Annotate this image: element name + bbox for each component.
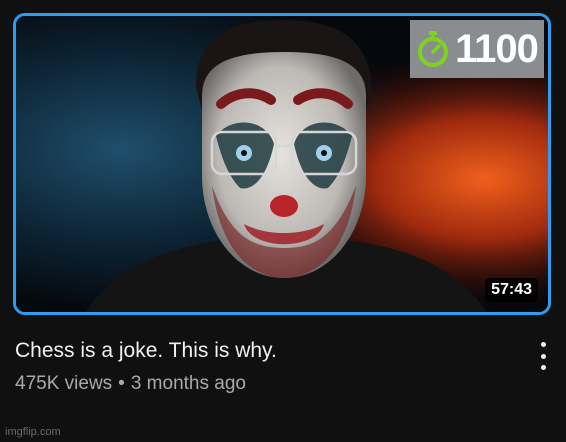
video-thumbnail[interactable]: 1100 57:43: [13, 13, 551, 315]
video-metadata: 475K views • 3 months ago: [15, 373, 246, 396]
video-duration: 57:43: [485, 278, 538, 302]
rating-value: 1100: [455, 27, 539, 71]
more-vert-icon[interactable]: [538, 342, 548, 370]
menu-dot: [540, 342, 546, 347]
video-title[interactable]: Chess is a joke. This is why.: [15, 338, 277, 363]
video-card: 1100 57:43 Chess is a joke. This is why.…: [0, 0, 566, 442]
menu-dot: [540, 353, 546, 359]
rating-badge: 1100: [410, 20, 544, 78]
menu-dot: [540, 365, 546, 370]
upload-age: 3 months ago: [130, 373, 246, 394]
meta-separator: •: [118, 373, 125, 394]
view-count: 475K views: [15, 373, 113, 394]
stopwatch-icon: [418, 31, 449, 67]
watermark: imgflip.com: [5, 426, 61, 438]
